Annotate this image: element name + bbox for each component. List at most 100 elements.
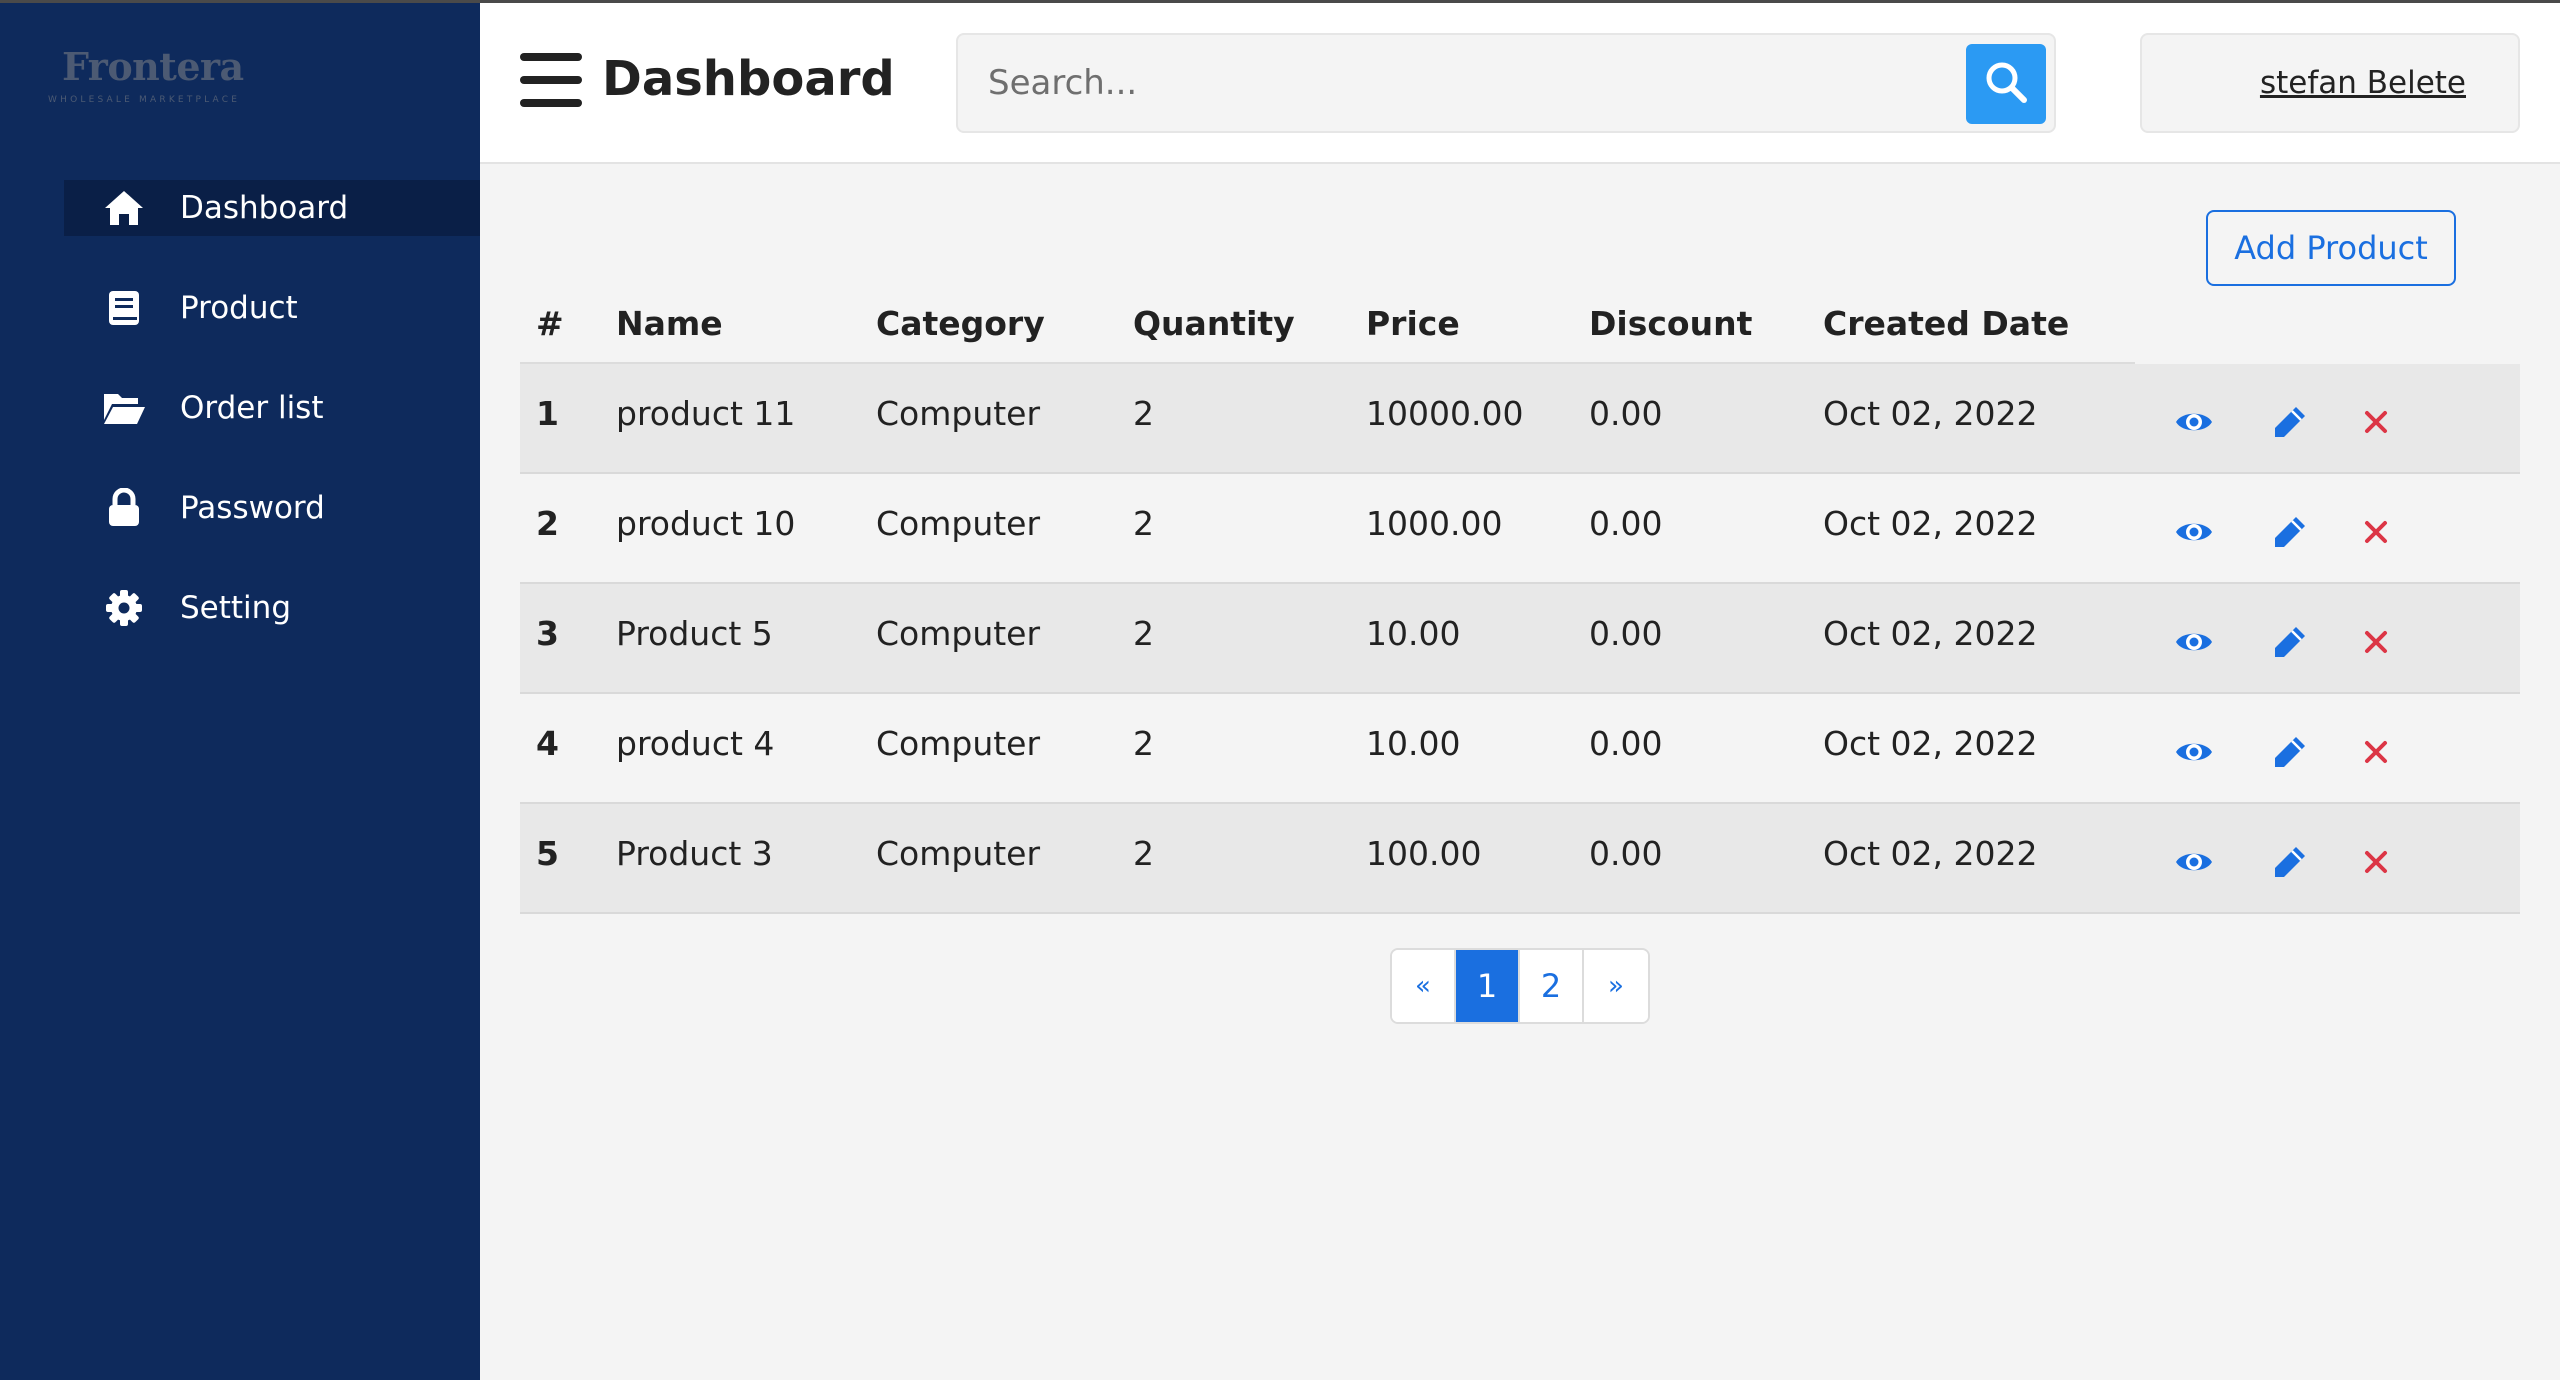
cell-name: Product 5 — [616, 614, 773, 653]
cell-index: 2 — [536, 504, 559, 543]
edit-button[interactable] — [2268, 730, 2312, 774]
pencil-icon — [2272, 844, 2308, 880]
pagination-next[interactable]: » — [1584, 950, 1648, 1022]
sidebar-item-label: Setting — [180, 590, 291, 626]
column-header-price: Price — [1366, 304, 1460, 343]
cell-discount: 0.00 — [1589, 724, 1663, 763]
home-icon — [100, 189, 148, 227]
cell-created-date: Oct 02, 2022 — [1823, 504, 2038, 543]
view-button[interactable] — [2172, 840, 2216, 884]
menu-toggle-icon[interactable] — [520, 53, 582, 107]
edit-button[interactable] — [2268, 620, 2312, 664]
cell-discount: 0.00 — [1589, 614, 1663, 653]
cell-quantity: 2 — [1133, 394, 1154, 433]
close-icon — [2363, 409, 2389, 435]
column-header-discount: Discount — [1589, 304, 1753, 343]
brand-logo[interactable]: Frontera WHOLESALE MARKETPLACE — [48, 44, 248, 106]
cell-index: 4 — [536, 724, 559, 763]
cell-quantity: 2 — [1133, 834, 1154, 873]
search-input[interactable] — [988, 55, 1928, 111]
eye-icon — [2174, 407, 2214, 437]
close-icon — [2363, 739, 2389, 765]
delete-button[interactable] — [2354, 400, 2398, 444]
close-icon — [2363, 849, 2389, 875]
cell-created-date: Oct 02, 2022 — [1823, 394, 2038, 433]
user-name-link[interactable]: stefan Belete — [2260, 65, 2466, 101]
view-button[interactable] — [2172, 510, 2216, 554]
table-row: 4 product 4 Computer 2 10.00 0.00 Oct 02, 2022 — [520, 694, 2520, 804]
cell-discount: 0.00 — [1589, 834, 1663, 873]
table-body: 1 product 11 Computer 2 10000.00 0.00 Oct 02, … — [520, 364, 2520, 914]
page-title: Dashboard — [602, 51, 895, 107]
cell-name: product 11 — [616, 394, 796, 433]
sidebar-item-product[interactable]: Product — [64, 280, 480, 336]
pencil-icon — [2272, 624, 2308, 660]
close-icon — [2363, 519, 2389, 545]
pagination-prev[interactable]: « — [1392, 950, 1456, 1022]
pagination: « 1 2 » — [1390, 948, 1650, 1024]
column-header-name: Name — [616, 304, 723, 343]
cell-discount: 0.00 — [1589, 504, 1663, 543]
pencil-icon — [2272, 734, 2308, 770]
delete-button[interactable] — [2354, 620, 2398, 664]
brand-name: Frontera — [62, 44, 244, 89]
view-button[interactable] — [2172, 730, 2216, 774]
delete-button[interactable] — [2354, 730, 2398, 774]
cell-index: 1 — [536, 394, 559, 433]
view-button[interactable] — [2172, 620, 2216, 664]
close-icon — [2363, 629, 2389, 655]
cell-discount: 0.00 — [1589, 394, 1663, 433]
column-header-created-date: Created Date — [1823, 304, 2070, 343]
cell-price: 1000.00 — [1366, 504, 1503, 543]
edit-button[interactable] — [2268, 400, 2312, 444]
column-header-quantity: Quantity — [1133, 304, 1295, 343]
eye-icon — [2174, 847, 2214, 877]
pagination-page-1[interactable]: 1 — [1456, 950, 1520, 1022]
cell-category: Computer — [876, 504, 1041, 543]
sidebar-item-label: Order list — [180, 390, 324, 426]
sidebar-item-password[interactable]: Password — [64, 480, 480, 536]
book-icon — [100, 289, 148, 327]
search-button[interactable] — [1966, 44, 2046, 124]
cell-quantity: 2 — [1133, 724, 1154, 763]
cell-name: product 4 — [616, 724, 775, 763]
user-menu: stefan Belete — [2140, 33, 2520, 133]
sidebar-item-label: Product — [180, 290, 298, 326]
table-row: 3 Product 5 Computer 2 10.00 0.00 Oct 02, 2022 — [520, 584, 2520, 694]
eye-icon — [2174, 517, 2214, 547]
cell-created-date: Oct 02, 2022 — [1823, 834, 2038, 873]
cell-price: 10.00 — [1366, 614, 1461, 653]
cell-created-date: Oct 02, 2022 — [1823, 614, 2038, 653]
cell-price: 10.00 — [1366, 724, 1461, 763]
cell-index: 3 — [536, 614, 559, 653]
cell-category: Computer — [876, 724, 1041, 763]
edit-button[interactable] — [2268, 840, 2312, 884]
cell-quantity: 2 — [1133, 614, 1154, 653]
search-icon — [1984, 60, 2028, 108]
add-product-button[interactable]: Add Product — [2206, 210, 2456, 286]
delete-button[interactable] — [2354, 510, 2398, 554]
table-header: # Name Category Quantity Price Discount … — [520, 290, 2135, 364]
cell-name: Product 3 — [616, 834, 773, 873]
cell-category: Computer — [876, 394, 1041, 433]
table-row: 2 product 10 Computer 2 1000.00 0.00 Oct 02, 2… — [520, 474, 2520, 584]
eye-icon — [2174, 737, 2214, 767]
edit-button[interactable] — [2268, 510, 2312, 554]
sidebar-item-setting[interactable]: Setting — [64, 580, 480, 636]
delete-button[interactable] — [2354, 840, 2398, 884]
sidebar-item-label: Password — [180, 490, 325, 526]
cell-created-date: Oct 02, 2022 — [1823, 724, 2038, 763]
cell-index: 5 — [536, 834, 559, 873]
eye-icon — [2174, 627, 2214, 657]
table-row: 5 Product 3 Computer 2 100.00 0.00 Oct 02, 202… — [520, 804, 2520, 914]
pencil-icon — [2272, 404, 2308, 440]
product-table: # Name Category Quantity Price Discount … — [520, 290, 2520, 914]
sidebar-item-dashboard[interactable]: Dashboard — [64, 180, 480, 236]
column-header-index: # — [536, 304, 564, 343]
cell-price: 10000.00 — [1366, 394, 1524, 433]
pagination-page-2[interactable]: 2 — [1520, 950, 1584, 1022]
sidebar-item-order-list[interactable]: Order list — [64, 380, 480, 436]
brand-tagline: WHOLESALE MARKETPLACE — [48, 95, 241, 105]
cell-price: 100.00 — [1366, 834, 1482, 873]
view-button[interactable] — [2172, 400, 2216, 444]
